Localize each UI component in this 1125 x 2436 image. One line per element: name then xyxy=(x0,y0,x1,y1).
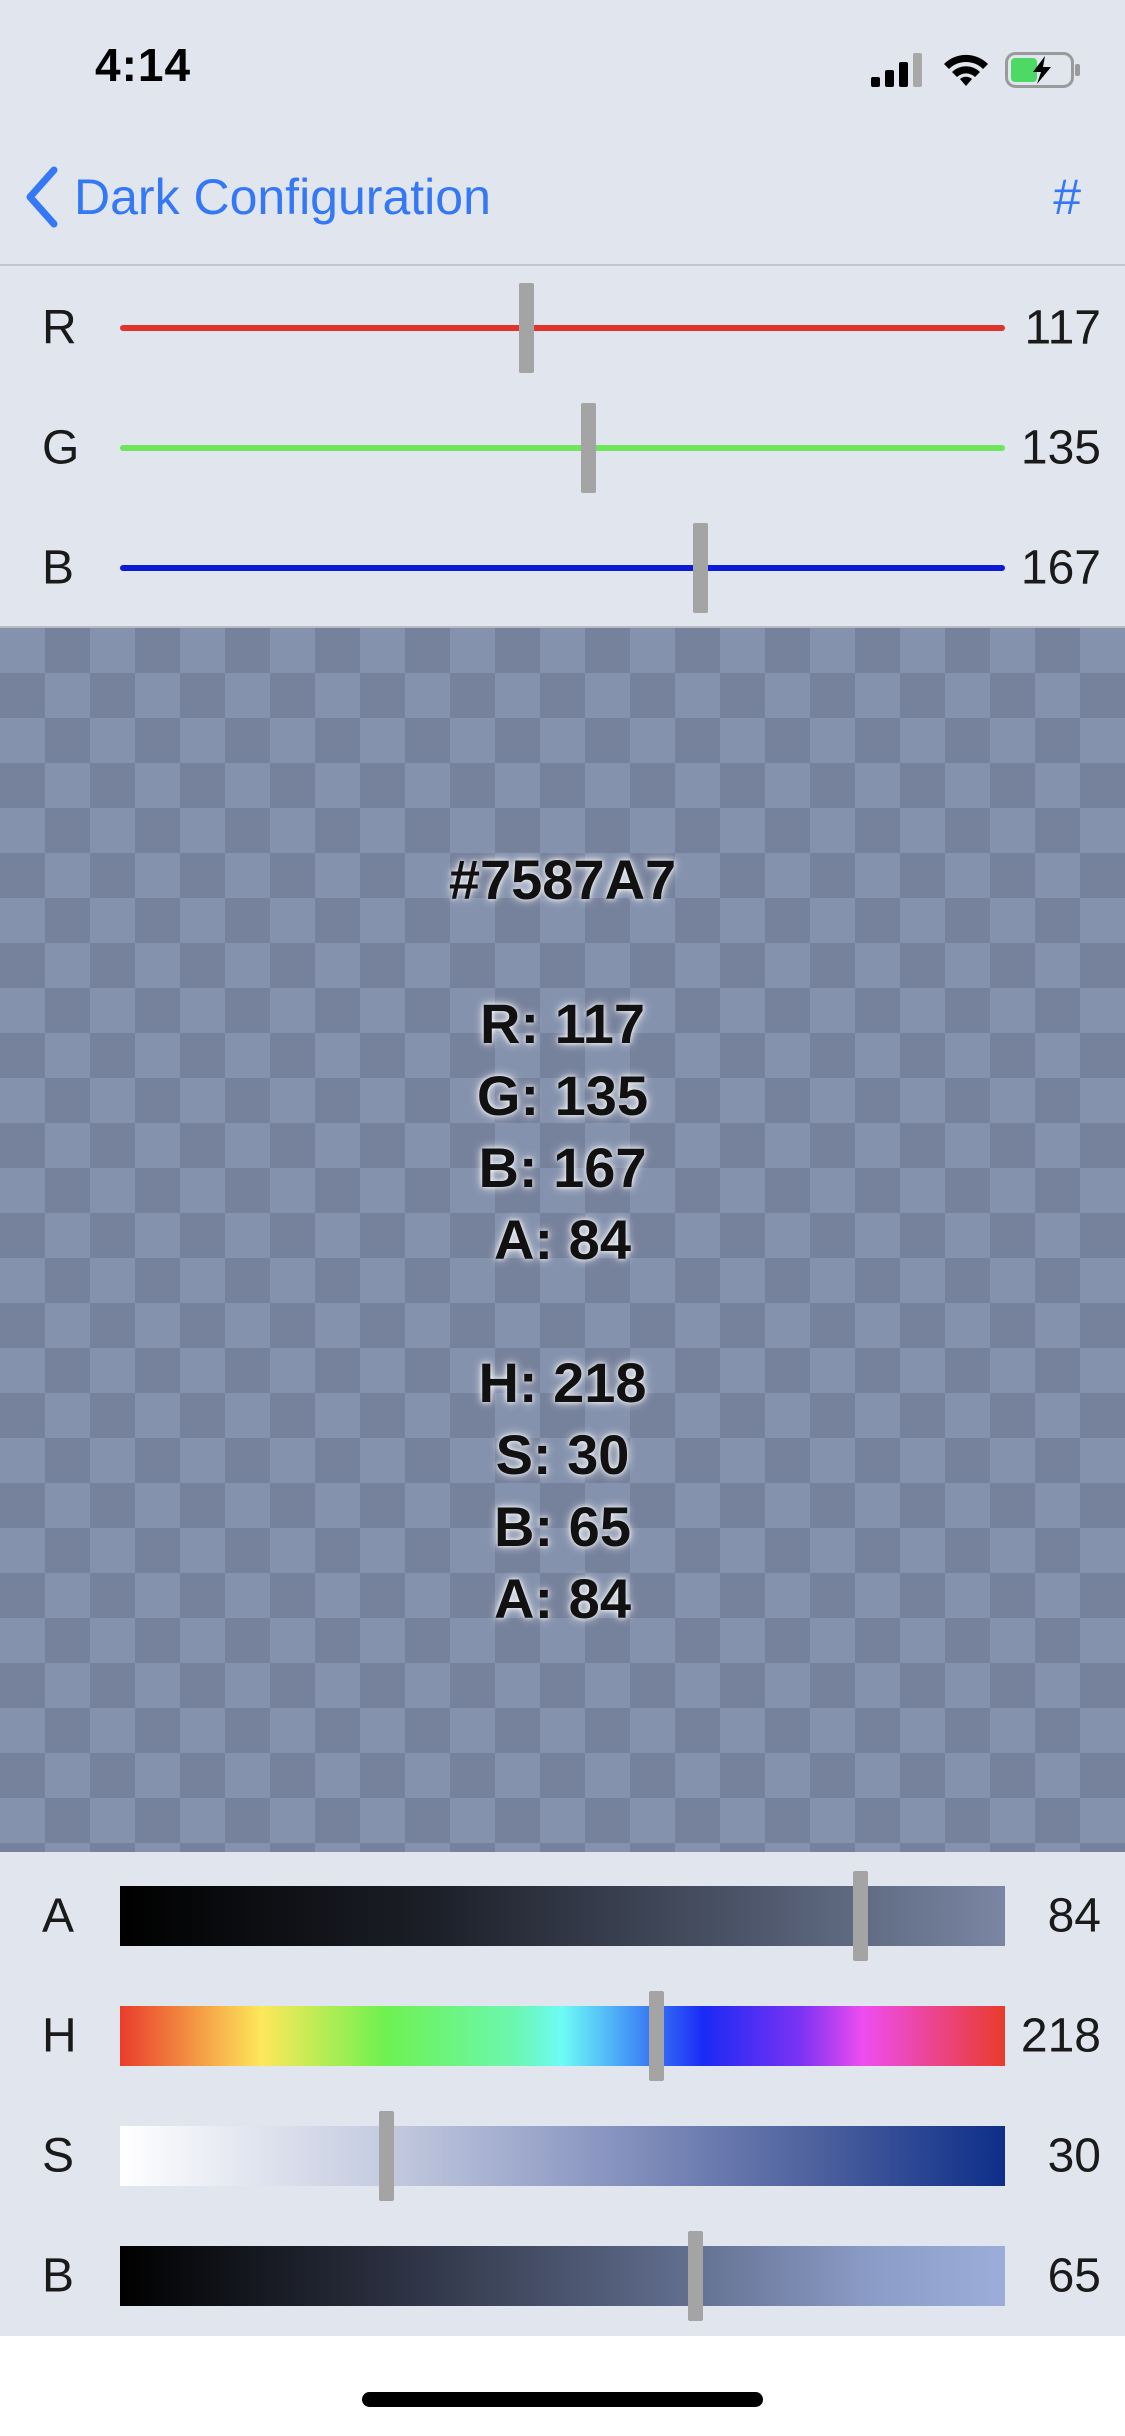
saturation-readout: S: 30 xyxy=(495,1423,630,1486)
slider-value: 117 xyxy=(1024,301,1101,355)
hue-slider-thumb[interactable] xyxy=(649,1991,665,2081)
slider-row-brightness: B 65 xyxy=(0,2226,1125,2326)
hsb-slider-panel: A 84 H 218 S 30 B 65 xyxy=(0,1852,1125,2336)
brightness-readout: B: 65 xyxy=(494,1495,631,1558)
slider-label: H xyxy=(42,2009,77,2063)
hue-readout: H: 218 xyxy=(478,1351,647,1414)
status-bar: 4:14 xyxy=(0,0,1125,132)
slider-value: 84 xyxy=(1047,1889,1101,1943)
slider-label: B xyxy=(42,541,75,595)
slider-value: 167 xyxy=(1020,541,1101,595)
slider-row-blue: B 167 xyxy=(0,518,1125,618)
battery-charging-icon xyxy=(1005,52,1080,88)
home-indicator[interactable] xyxy=(362,2392,763,2407)
back-button-label: Dark Configuration xyxy=(74,169,491,225)
color-preview: #7587A7 R: 117 G: 135 B: 167 A: 84 H: 21… xyxy=(0,628,1125,1852)
status-time: 4:14 xyxy=(95,39,192,91)
slider-value: 30 xyxy=(1047,2129,1101,2183)
slider-value: 218 xyxy=(1020,2009,1101,2063)
signal-icon xyxy=(871,53,922,87)
hex-readout: #7587A7 xyxy=(448,848,677,911)
blue-readout: B: 167 xyxy=(478,1136,647,1199)
red-slider-track[interactable] xyxy=(120,283,1005,373)
blue-slider-thumb[interactable] xyxy=(692,523,708,613)
navigation-bar: Dark Configuration # xyxy=(0,132,1125,266)
green-slider-thumb[interactable] xyxy=(581,403,597,493)
slider-row-red: R 117 xyxy=(0,278,1125,378)
slider-value: 65 xyxy=(1047,2249,1101,2303)
slider-label: S xyxy=(42,2129,75,2183)
red-readout: R: 117 xyxy=(480,992,645,1055)
red-slider-thumb[interactable] xyxy=(519,283,535,373)
back-button[interactable]: Dark Configuration xyxy=(24,162,491,232)
hue-slider-track[interactable] xyxy=(120,1991,1005,2081)
alpha-slider-thumb[interactable] xyxy=(852,1871,868,1961)
brightness-slider-track[interactable] xyxy=(120,2231,1005,2321)
green-slider-track[interactable] xyxy=(120,403,1005,493)
saturation-slider-track[interactable] xyxy=(120,2111,1005,2201)
alpha-slider-track[interactable] xyxy=(120,1871,1005,1961)
status-icons xyxy=(871,50,1081,90)
slider-label: R xyxy=(42,301,77,355)
slider-value: 135 xyxy=(1020,421,1101,475)
slider-row-green: G 135 xyxy=(0,398,1125,498)
chevron-left-icon xyxy=(26,166,58,228)
alpha-readout-hsb: A: 84 xyxy=(494,1567,631,1630)
slider-row-alpha: A 84 xyxy=(0,1866,1125,1966)
saturation-slider-thumb[interactable] xyxy=(378,2111,394,2201)
wifi-icon xyxy=(944,54,988,86)
blue-slider-track[interactable] xyxy=(120,523,1005,613)
slider-label: B xyxy=(42,2249,75,2303)
green-readout: G: 135 xyxy=(476,1064,649,1127)
brightness-slider-thumb[interactable] xyxy=(688,2231,704,2321)
slider-label: G xyxy=(42,421,80,475)
slider-row-saturation: S 30 xyxy=(0,2106,1125,2206)
slider-row-hue: H 218 xyxy=(0,1986,1125,2086)
slider-label: A xyxy=(42,1889,75,1943)
alpha-readout: A: 84 xyxy=(494,1208,631,1271)
rgb-slider-panel: R 117 G 135 B 167 xyxy=(0,266,1125,628)
hex-input-button[interactable]: # xyxy=(1053,162,1081,232)
